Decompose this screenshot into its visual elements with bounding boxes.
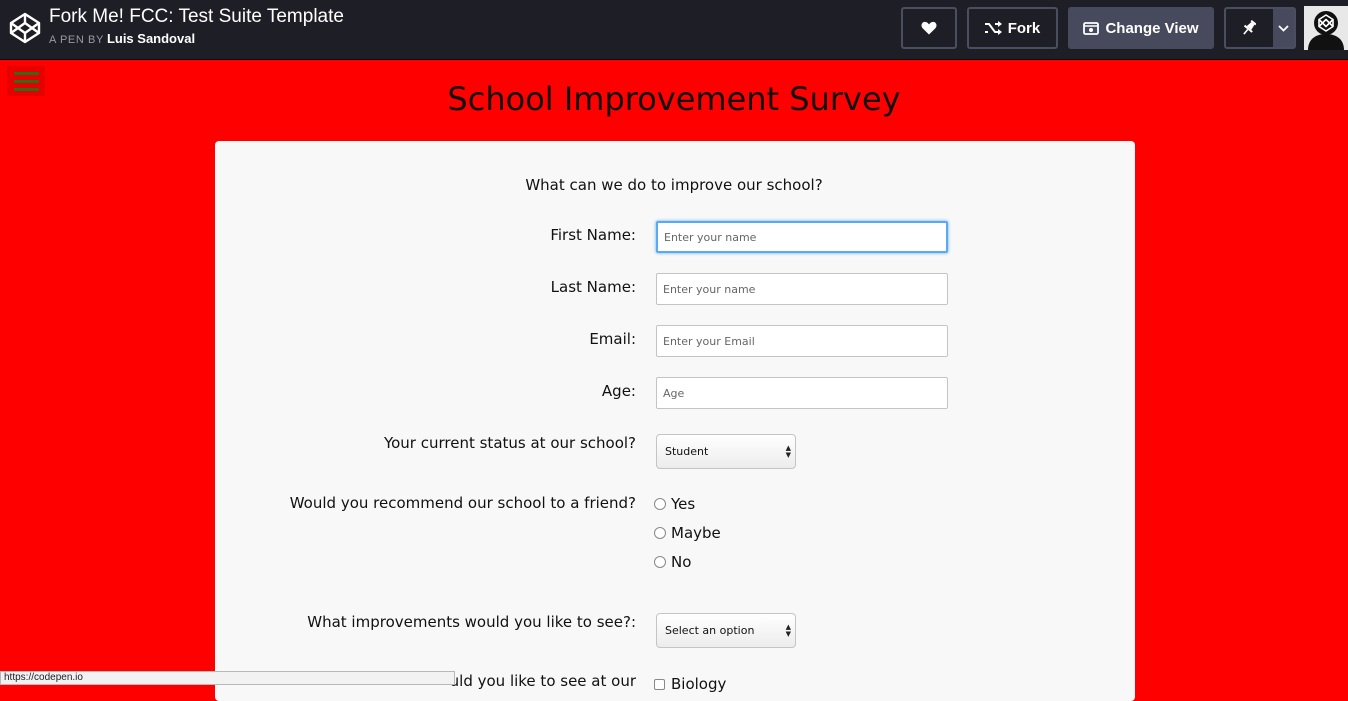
heart-icon (921, 21, 937, 35)
radio-button[interactable] (654, 498, 666, 510)
chevron-down-icon (1278, 24, 1289, 32)
user-avatar[interactable] (1304, 6, 1348, 50)
codepen-header: Fork Me! FCC: Test Suite Template A PEN … (0, 0, 1348, 60)
radio-label: Maybe (671, 524, 721, 542)
improvements-label: What improvements would you like to see?… (307, 613, 636, 631)
subject-option-biology[interactable]: Biology (654, 674, 726, 694)
fork-button[interactable]: Fork (967, 7, 1058, 49)
pin-button[interactable] (1226, 9, 1273, 47)
first-name-label: First Name: (550, 226, 636, 244)
heart-button[interactable] (901, 7, 957, 49)
codepen-logo-icon[interactable] (9, 12, 41, 44)
email-label: Email: (589, 330, 636, 348)
avatar-image-icon (1304, 6, 1348, 50)
pin-dropdown-toggle[interactable] (1272, 9, 1294, 47)
menu-bar (13, 71, 39, 75)
change-view-button[interactable]: Change View (1068, 7, 1214, 49)
pen-author-link[interactable]: Luis Sandoval (107, 31, 195, 46)
last-name-field[interactable] (656, 273, 948, 305)
recommend-option-yes[interactable]: Yes (654, 494, 695, 514)
checkbox[interactable] (654, 678, 665, 690)
last-name-label: Last Name: (550, 278, 636, 296)
age-field[interactable] (656, 377, 948, 409)
pen-byline: A PEN BY Luis Sandoval (49, 31, 195, 46)
fork-icon (984, 21, 1002, 35)
radio-button[interactable] (654, 527, 666, 539)
survey-title: School Improvement Survey (447, 80, 901, 118)
status-dropdown[interactable]: Student ▲ ▼ (656, 434, 796, 469)
status-selected-value: Student (665, 445, 709, 458)
pin-button-group (1224, 7, 1296, 49)
change-view-icon (1083, 21, 1100, 35)
pin-icon (1243, 20, 1257, 35)
fork-label: Fork (1007, 19, 1041, 37)
select-arrows-icon: ▲ ▼ (785, 444, 791, 459)
status-label: Your current status at our school? (383, 434, 636, 452)
subjects-label: uld you like to see at our (449, 672, 636, 690)
age-label: Age: (601, 382, 636, 400)
radio-button[interactable] (654, 556, 666, 568)
change-view-label: Change View (1105, 19, 1199, 37)
survey-description: What can we do to improve our school? (525, 176, 823, 194)
recommend-option-maybe[interactable]: Maybe (654, 523, 721, 543)
select-arrows-icon: ▲ ▼ (785, 623, 791, 638)
recommend-label: Would you recommend our school to a frie… (289, 494, 636, 512)
email-field[interactable] (656, 325, 948, 357)
pen-by-prefix: A PEN BY (49, 34, 104, 46)
pen-title[interactable]: Fork Me! FCC: Test Suite Template (49, 6, 344, 28)
radio-label: No (671, 553, 692, 571)
recommend-option-no[interactable]: No (654, 552, 691, 572)
checkbox-label: Biology (671, 675, 727, 693)
improvements-dropdown[interactable]: Select an option ▲ ▼ (656, 613, 796, 648)
first-name-field[interactable] (656, 221, 948, 253)
radio-label: Yes (671, 495, 696, 513)
improvements-selected-value: Select an option (665, 624, 755, 637)
